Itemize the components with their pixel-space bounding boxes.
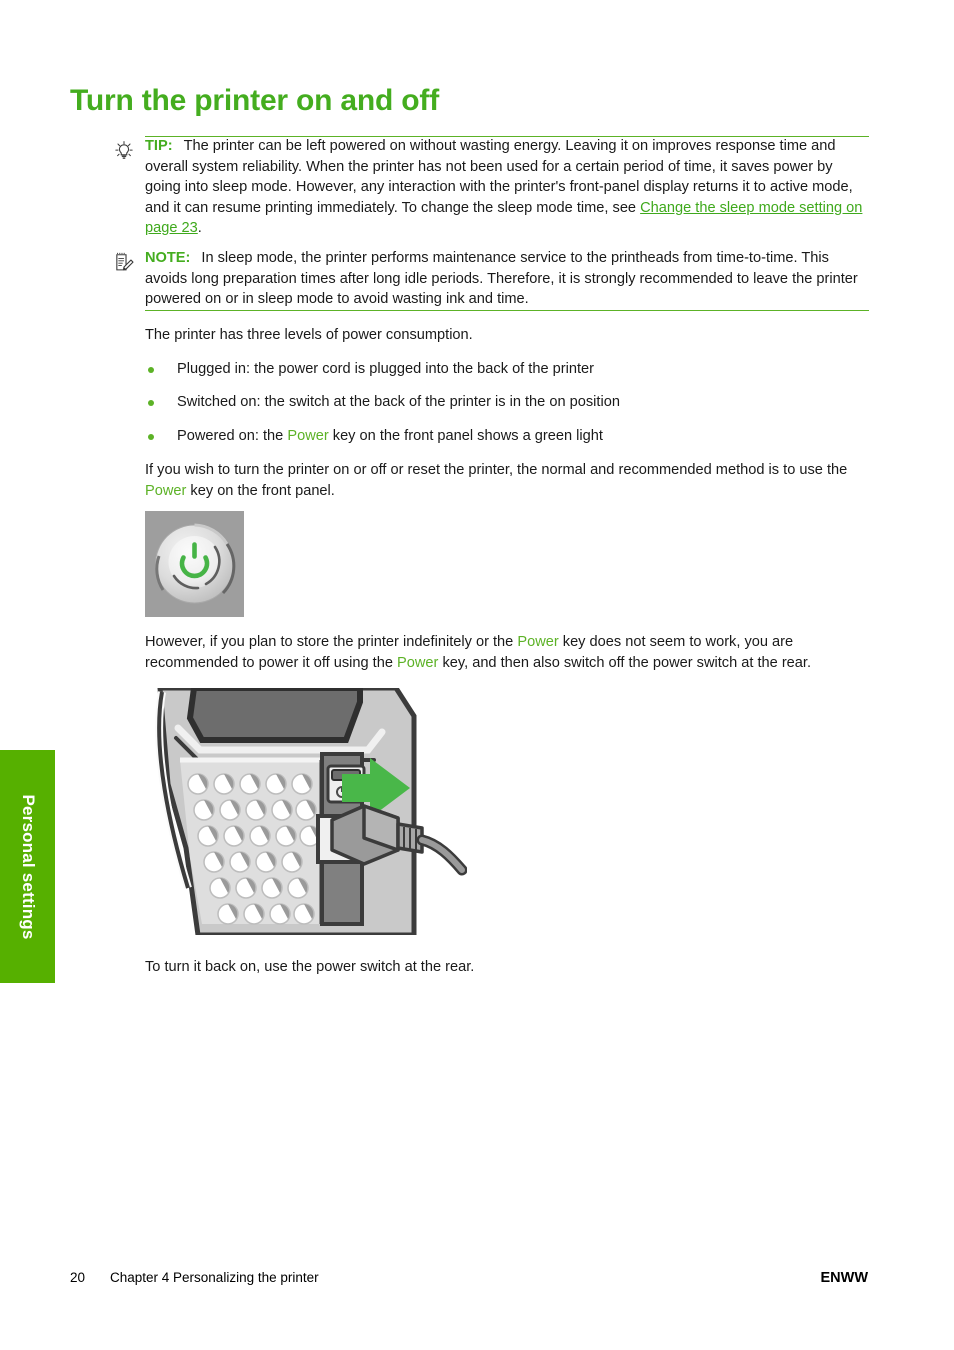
- power-key-term: Power: [517, 634, 559, 650]
- tip-admonition: TIP: The printer can be left powered on w…: [113, 136, 869, 239]
- power-key-term: Power: [397, 654, 439, 671]
- note-label: NOTE:: [145, 250, 191, 266]
- note-admonition: NOTE: In sleep mode, the printer performs…: [113, 248, 869, 311]
- power-key-term: Power: [287, 428, 329, 444]
- note-text: In sleep mode, the printer performs main…: [145, 250, 858, 307]
- list-item-text: Switched on: the switch at the back of t…: [177, 392, 869, 413]
- printer-rear-power-switch-illustration: [146, 688, 467, 935]
- list-item-text-before: Powered on: the: [177, 428, 288, 444]
- front-panel-power-key-illustration: [145, 511, 244, 617]
- list-item: Powered on: the Power key on the front p…: [145, 426, 869, 447]
- store-paragraph-part3: key, and then also switch off the power …: [438, 654, 812, 671]
- note-body: NOTE: In sleep mode, the printer performs…: [145, 248, 869, 310]
- power-key-paragraph-part1: If you wish to turn the printer on or of…: [145, 462, 848, 478]
- footer-chapter: Chapter 4 Personalizing the printer: [110, 1270, 319, 1285]
- list-item: Plugged in: the power cord is plugged in…: [145, 359, 869, 380]
- footer-enww-label: ENWW: [820, 1270, 868, 1286]
- power-key-paragraph-part2: key on the front panel.: [186, 482, 335, 499]
- list-item-text: Plugged in: the power cord is plugged in…: [177, 359, 869, 380]
- power-key-paragraph: If you wish to turn the printer on or of…: [145, 460, 869, 501]
- list-item-text: Powered on: the Power key on the front p…: [177, 426, 869, 447]
- bullet-dot-icon: [148, 367, 154, 373]
- intro-paragraph: The printer has three levels of power co…: [145, 327, 473, 343]
- document-page: Turn the printer on and off TIP: The pri…: [0, 0, 954, 1350]
- closing-paragraph: To turn it back on, use the power switch…: [145, 959, 475, 975]
- tip-body: TIP: The printer can be left powered on w…: [145, 136, 869, 239]
- note-bottom-rule: [145, 310, 869, 311]
- notepad-pencil-icon: [113, 252, 137, 274]
- list-item: Switched on: the switch at the back of t…: [145, 392, 869, 413]
- power-key-term: Power: [145, 482, 187, 499]
- footer-page-number: 20: [70, 1270, 86, 1285]
- tip-top-rule: [145, 136, 869, 137]
- lightbulb-icon: [113, 140, 137, 162]
- bullet-dot-icon: [148, 434, 154, 440]
- page-footer: 20 Chapter 4 Personalizing the printer E…: [0, 1270, 954, 1290]
- list-item-text-after: key on the front panel shows a green lig…: [328, 428, 603, 444]
- page-title: Turn the printer on and off: [70, 84, 439, 117]
- bullet-dot-icon: [148, 400, 154, 406]
- list-item-text-before: Plugged in: the power cord is plugged in…: [177, 361, 594, 377]
- store-printer-paragraph: However, if you plan to store the printe…: [145, 632, 869, 673]
- store-paragraph-part1: However, if you plan to store the printe…: [145, 634, 518, 650]
- tip-text-tail: .: [197, 220, 202, 236]
- tip-label: TIP:: [145, 138, 173, 154]
- list-item-text-before: Switched on: the switch at the back of t…: [177, 394, 620, 410]
